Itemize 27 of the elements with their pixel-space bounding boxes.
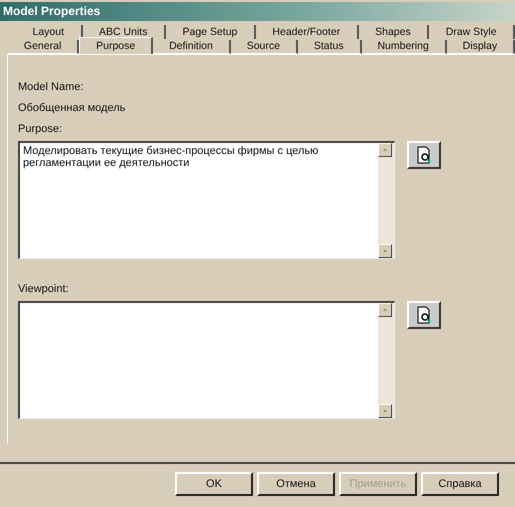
scroll-down-icon[interactable] <box>378 404 392 418</box>
tab[interactable]: Numbering <box>362 40 447 54</box>
dialog-button[interactable]: OK <box>175 472 253 496</box>
tab[interactable]: Definition <box>153 40 231 54</box>
text-area[interactable] <box>18 301 395 419</box>
model-name: Обобщенная модель <box>18 102 126 114</box>
scroll-down-icon[interactable] <box>378 244 392 258</box>
tab[interactable]: Purpose <box>79 37 154 54</box>
magnifier-document-icon <box>416 146 432 164</box>
scroll-up-icon[interactable] <box>378 303 392 317</box>
scrollbar[interactable] <box>378 143 394 258</box>
tab[interactable]: Source <box>230 40 298 54</box>
preview-button[interactable] <box>407 141 441 169</box>
tab[interactable]: General <box>8 40 80 54</box>
preview-button[interactable] <box>407 301 441 329</box>
field-label: Viewpoint: <box>18 283 69 295</box>
dialog-button[interactable]: Отмена <box>257 472 335 496</box>
dialog-button[interactable]: Справка <box>421 472 499 496</box>
field-label: Model Name: <box>18 81 84 93</box>
scroll-up-icon[interactable] <box>378 143 392 157</box>
magnifier-document-icon <box>416 306 432 324</box>
tab[interactable]: Status <box>298 40 362 54</box>
tab[interactable]: Display <box>446 40 515 54</box>
window-title: Model Properties <box>0 2 515 21</box>
scrollbar[interactable] <box>378 303 394 418</box>
field-label: Purpose: <box>18 123 62 135</box>
text-area[interactable]: Моделировать текущие бизнес-процессы фирмы с целью регламентации ее деятельности <box>18 141 395 259</box>
